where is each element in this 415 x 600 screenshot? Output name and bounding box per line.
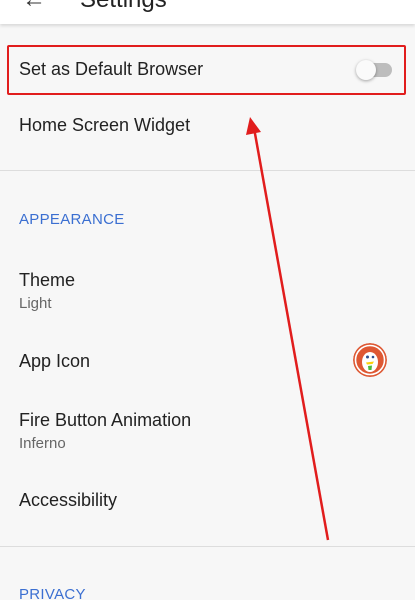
theme-value: Light: [19, 295, 52, 312]
fire-button-row[interactable]: Fire Button Animation Inferno: [0, 410, 415, 452]
home-widget-label: Home Screen Widget: [19, 115, 191, 135]
default-browser-toggle[interactable]: [356, 60, 392, 80]
back-arrow-icon[interactable]: ←: [22, 0, 46, 14]
fire-button-label: Fire Button Animation: [19, 410, 192, 430]
theme-label: Theme: [19, 270, 76, 290]
app-bar: ← Settings: [0, 0, 415, 24]
fire-button-value: Inferno: [19, 435, 66, 452]
appearance-section-header: APPEARANCE: [19, 211, 125, 228]
accessibility-label: Accessibility: [19, 490, 118, 510]
default-browser-row[interactable]: Set as Default Browser: [0, 59, 415, 80]
theme-row[interactable]: Theme Light: [0, 270, 415, 312]
settings-screen: ← Settings Set as Default Browser Home S…: [0, 0, 415, 600]
accessibility-row[interactable]: Accessibility: [0, 490, 415, 511]
privacy-section-header: PRIVACY: [19, 586, 86, 600]
page-title: Settings: [80, 0, 167, 14]
toggle-thumb: [356, 60, 376, 80]
home-widget-row[interactable]: Home Screen Widget: [0, 115, 415, 136]
section-divider: [0, 170, 415, 171]
duckduckgo-logo-icon[interactable]: [353, 343, 387, 377]
section-divider: [0, 546, 415, 547]
